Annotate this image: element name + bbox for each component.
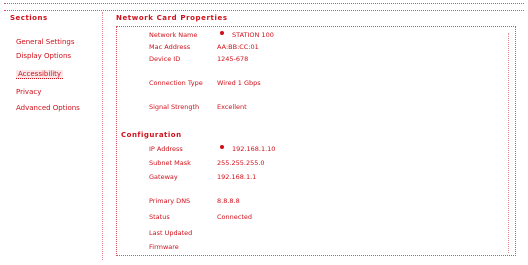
property-label: Status (149, 213, 170, 221)
property-value: STATION 100 (232, 31, 274, 39)
sidebar-item-display[interactable]: Display Options (16, 52, 71, 60)
section-title-configuration: Configuration (121, 131, 182, 139)
property-row: Firmware (149, 243, 209, 251)
property-label: IP Address (149, 145, 183, 153)
warning-icon[interactable] (220, 145, 224, 149)
property-label: Gateway (149, 173, 178, 181)
properties-panel: Network Name STATION 100 Mac Address AA:… (116, 26, 516, 256)
top-toolbar-strip (4, 3, 524, 11)
property-row: Primary DNS 8.8.8.8 (149, 197, 240, 205)
page-title: Network Card Properties (116, 14, 228, 22)
property-label: Connection Type (149, 79, 203, 87)
property-label: Device ID (149, 55, 181, 63)
property-row: Network Name STATION 100 (149, 31, 274, 39)
property-label: Last Updated (149, 229, 193, 237)
property-label: Signal Strength (149, 103, 200, 111)
property-row: Mac Address AA:BB:CC:01 (149, 43, 259, 51)
property-value: 192.168.1.1 (217, 173, 257, 181)
app-window: Sections General Settings Display Option… (0, 0, 528, 265)
property-label: Network Name (149, 31, 198, 39)
property-label: Primary DNS (149, 197, 191, 205)
property-label: Subnet Mask (149, 159, 191, 167)
sidebar-item-accessibility[interactable]: Accessibility (16, 70, 64, 79)
sidebar-item-general[interactable]: General Settings (16, 38, 75, 46)
property-row: Gateway 192.168.1.1 (149, 173, 256, 181)
sidebar: Sections General Settings Display Option… (6, 12, 103, 260)
property-value: Connected (217, 213, 253, 221)
property-value: AA:BB:CC:01 (217, 43, 259, 51)
info-icon[interactable] (220, 31, 224, 35)
property-row: Last Updated (149, 229, 209, 237)
property-row: Signal Strength Excellent (149, 103, 247, 111)
main-content: Network Card Properties Network Name STA… (108, 12, 524, 260)
property-value: Wired 1 Gbps (217, 79, 261, 87)
vertical-scrollbar[interactable] (508, 33, 513, 253)
property-row: IP Address 192.168.1.10 (149, 145, 275, 153)
property-label: Firmware (149, 243, 179, 251)
property-value: 1245-678 (217, 55, 249, 63)
property-row: Subnet Mask 255.255.255.0 (149, 159, 265, 167)
sidebar-item-privacy[interactable]: Privacy (16, 88, 41, 96)
property-row: Device ID 1245-678 (149, 55, 248, 63)
property-value: 8.8.8.8 (217, 197, 240, 205)
property-label: Mac Address (149, 43, 191, 51)
property-row: Connection Type Wired 1 Gbps (149, 79, 261, 87)
property-value: Excellent (217, 103, 247, 111)
sidebar-item-advanced[interactable]: Advanced Options (16, 104, 80, 112)
property-row: Status Connected (149, 213, 252, 221)
property-value: 255.255.255.0 (217, 159, 265, 167)
sidebar-title: Sections (10, 14, 48, 22)
property-value: 192.168.1.10 (232, 145, 276, 153)
